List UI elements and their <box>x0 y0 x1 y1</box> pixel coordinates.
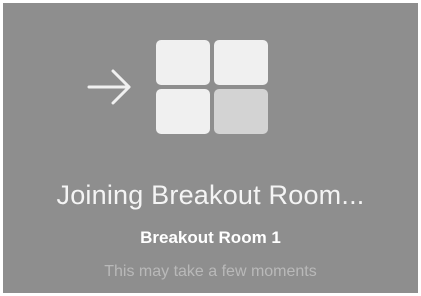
wait-message: This may take a few moments <box>104 263 317 280</box>
grid-tile-bottom-left <box>156 89 210 134</box>
joining-breakout-room-screen: Joining Breakout Room... Breakout Room 1… <box>3 3 418 293</box>
arrow-right-icon <box>87 69 131 105</box>
breakout-rooms-grid-icon <box>156 40 268 134</box>
breakout-room-name: Breakout Room 1 <box>140 228 281 247</box>
grid-tile-top-left <box>156 40 210 85</box>
joining-title: Joining Breakout Room... <box>56 180 365 210</box>
grid-tile-bottom-right <box>214 89 268 134</box>
grid-tile-top-right <box>214 40 268 85</box>
